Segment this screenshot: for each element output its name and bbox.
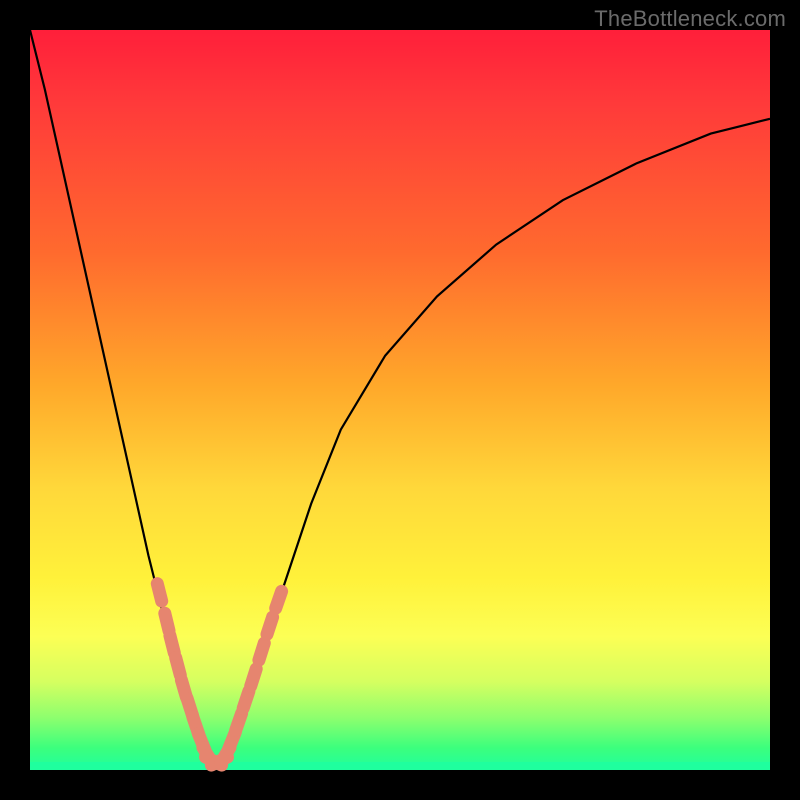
highlighted-point: [243, 691, 249, 708]
chart-frame: [30, 30, 770, 770]
chart-svg: [30, 30, 770, 770]
highlighted-point: [170, 636, 174, 653]
highlighted-points-group: [157, 584, 281, 765]
highlighted-point: [176, 658, 181, 675]
bottleneck-curve-path: [30, 30, 770, 763]
highlighted-point: [259, 643, 264, 660]
highlighted-point: [236, 713, 242, 730]
highlighted-point: [165, 613, 169, 630]
highlighted-point: [251, 669, 257, 686]
highlighted-point: [276, 591, 282, 608]
highlighted-point: [267, 617, 273, 634]
highlighted-point: [157, 584, 161, 601]
watermark-text: TheBottleneck.com: [594, 6, 786, 32]
